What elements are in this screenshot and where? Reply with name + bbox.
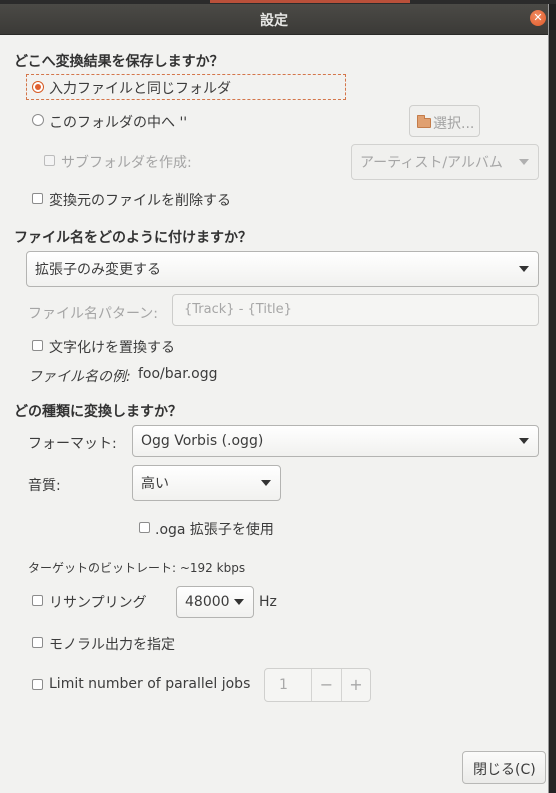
quality-combo[interactable]: 高い: [132, 465, 281, 501]
resample-unit: Hz: [259, 594, 277, 610]
filename-example-value: foo/bar.ogg: [138, 366, 218, 382]
filename-example-label: ファイル名の例:: [28, 369, 131, 385]
replace-garbled-checkbox[interactable]: [32, 340, 43, 351]
output-location-heading: どこへ変換結果を保存しますか？: [14, 54, 224, 70]
subfolder-pattern-value: アーティスト/アルバム: [360, 155, 503, 171]
close-button-label: 閉じる(C): [473, 762, 536, 778]
delete-original-checkbox[interactable]: [32, 193, 43, 204]
resample-label[interactable]: リサンプリング: [49, 592, 147, 612]
target-bitrate-text: ターゲットのビットレート: ~192 kbps: [28, 561, 246, 575]
filename-heading: ファイル名をどのように付けますか？: [14, 230, 252, 246]
chevron-down-icon: [519, 159, 529, 165]
format-label: フォーマット:: [28, 436, 117, 452]
folder-icon: [417, 115, 431, 128]
oga-extension-checkbox[interactable]: [139, 522, 150, 533]
conversion-heading: どの種類に変換しますか？: [14, 404, 182, 420]
filename-pattern-label: ファイル名パターン:: [28, 306, 159, 322]
quality-value: 高い: [141, 476, 169, 492]
same-folder-radio[interactable]: 入力ファイルと同じフォルダ: [49, 78, 231, 98]
close-window-button[interactable]: ✕: [530, 10, 546, 26]
create-subfolders-label: サブフォルダを作成:: [61, 155, 192, 171]
choose-folder-button: 選択...: [409, 105, 480, 137]
filename-pattern-placeholder: {Track} - {Title}: [184, 302, 292, 317]
resample-rate-value: 48000: [185, 594, 230, 610]
background-accent: [210, 0, 410, 3]
into-folder-radio[interactable]: このフォルダの中へ '': [49, 112, 187, 132]
resample-rate-combo[interactable]: 48000: [176, 586, 254, 618]
filename-mode-value: 拡張子のみ変更する: [35, 262, 161, 278]
dialog-title: 設定: [260, 13, 288, 29]
close-button[interactable]: 閉じる(C): [462, 751, 546, 784]
resample-checkbox[interactable]: [32, 595, 43, 606]
create-subfolders-checkbox: [44, 155, 55, 166]
title-bar[interactable]: 設定 ✕: [0, 4, 548, 35]
format-value: Ogg Vorbis (.ogg): [141, 433, 264, 449]
quality-label: 音質:: [28, 478, 61, 494]
plus-icon: +: [349, 675, 363, 694]
chevron-down-icon: [519, 266, 529, 272]
filename-pattern-field: {Track} - {Title}: [172, 294, 539, 326]
choose-folder-label: 選択...: [433, 116, 475, 132]
format-combo[interactable]: Ogg Vorbis (.ogg): [132, 425, 539, 457]
chevron-down-icon: [261, 480, 271, 486]
same-folder-radio-indicator[interactable]: [32, 81, 44, 93]
parallel-jobs-spinner: 1 − +: [264, 668, 371, 702]
limit-jobs-label[interactable]: Limit number of parallel jobs: [49, 676, 250, 692]
parallel-jobs-value: 1: [279, 677, 288, 693]
replace-garbled-label[interactable]: 文字化けを置換する: [49, 337, 175, 357]
filename-mode-combo[interactable]: 拡張子のみ変更する: [26, 251, 539, 287]
limit-jobs-checkbox[interactable]: [32, 679, 43, 690]
mono-output-checkbox[interactable]: [32, 637, 43, 648]
mono-output-label[interactable]: モノラル出力を指定: [49, 634, 175, 654]
chevron-down-icon: [234, 599, 244, 605]
chevron-down-icon: [519, 438, 529, 444]
preferences-dialog: 設定 ✕ どこへ変換結果を保存しますか？ 入力ファイルと同じフォルダ このフォル…: [0, 4, 549, 793]
into-folder-radio-indicator[interactable]: [32, 114, 44, 126]
background-right-strip: [548, 30, 556, 793]
minus-icon: −: [319, 675, 334, 694]
oga-extension-label[interactable]: .oga 拡張子を使用: [155, 519, 274, 539]
subfolder-pattern-combo: アーティスト/アルバム: [351, 144, 539, 180]
delete-original-label[interactable]: 変換元のファイルを削除する: [49, 190, 231, 210]
